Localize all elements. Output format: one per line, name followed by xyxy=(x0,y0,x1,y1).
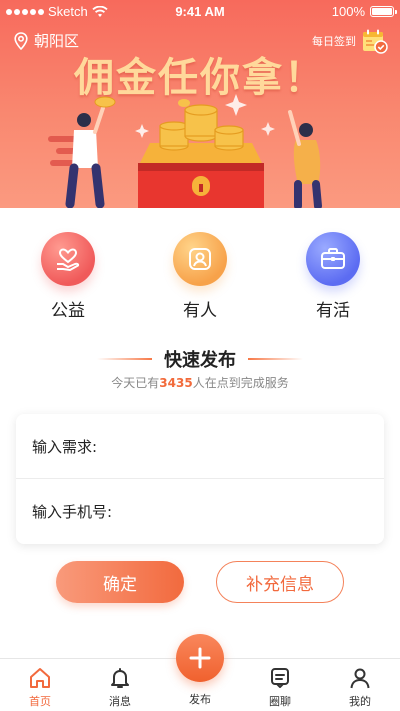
battery-icon xyxy=(370,6,397,17)
quick-publish-title: 快速发布 xyxy=(164,350,236,371)
tab-home-label: 首页 xyxy=(29,695,51,708)
battery-percent: 100% xyxy=(331,4,365,19)
feature-jobs-label: 有活 xyxy=(316,301,350,321)
need-row: 输入需求: xyxy=(16,414,384,479)
chat-icon xyxy=(271,668,289,688)
divider-right xyxy=(248,358,303,360)
feature-charity[interactable]: 公益 xyxy=(28,232,108,321)
feature-charity-label: 公益 xyxy=(51,301,85,321)
need-input[interactable] xyxy=(97,437,370,455)
feature-shortcuts: 公益 有人 有活 xyxy=(0,232,400,322)
treasure-chest-illustration xyxy=(48,94,322,208)
person-portrait-icon xyxy=(173,232,227,286)
tab-circle-label: 圈聊 xyxy=(269,695,291,708)
feature-jobs[interactable]: 有活 xyxy=(293,232,373,321)
publish-fab-button[interactable] xyxy=(176,634,224,682)
tab-mine-label: 我的 xyxy=(349,695,371,708)
tab-messages-label: 消息 xyxy=(109,695,131,708)
confirm-button[interactable]: 确定 xyxy=(56,561,184,603)
phone-input[interactable] xyxy=(112,502,370,521)
need-label: 输入需求: xyxy=(32,437,98,456)
tab-circle[interactable]: 圈聊 xyxy=(250,665,310,709)
service-count: 3435 xyxy=(159,376,193,390)
publish-form: 输入需求: 输入手机号: xyxy=(16,414,384,544)
quick-publish-heading: 快速发布 xyxy=(0,346,400,372)
divider-left xyxy=(97,358,152,360)
quick-publish-subtitle: 今天已有3435人在点到完成服务 xyxy=(0,374,400,391)
home-icon xyxy=(30,668,50,688)
more-info-button[interactable]: 补充信息 xyxy=(216,561,344,603)
briefcase-icon xyxy=(306,232,360,286)
tab-home[interactable]: 首页 xyxy=(10,665,70,709)
tab-messages[interactable]: 消息 xyxy=(90,665,150,709)
feature-people[interactable]: 有人 xyxy=(160,232,240,321)
subtitle-suffix: 人在点到完成服务 xyxy=(192,376,289,390)
feature-people-label: 有人 xyxy=(183,301,217,321)
subtitle-prefix: 今天已有 xyxy=(111,376,160,390)
status-bar: Sketch 9:41 AM 100% xyxy=(0,0,400,22)
hero-banner: Sketch 9:41 AM 100% 朝阳区 每日签到 佣金任你拿！ xyxy=(0,0,400,208)
tab-publish-label: 发布 xyxy=(189,693,211,706)
phone-label: 输入手机号: xyxy=(32,503,113,521)
battery-status: 100% xyxy=(331,4,397,19)
phone-row: 输入手机号: xyxy=(16,479,384,544)
tab-mine[interactable]: 我的 xyxy=(330,665,390,709)
bell-icon xyxy=(111,668,129,688)
heart-hand-icon xyxy=(41,232,95,286)
user-icon xyxy=(350,668,370,689)
plus-icon xyxy=(189,647,211,669)
